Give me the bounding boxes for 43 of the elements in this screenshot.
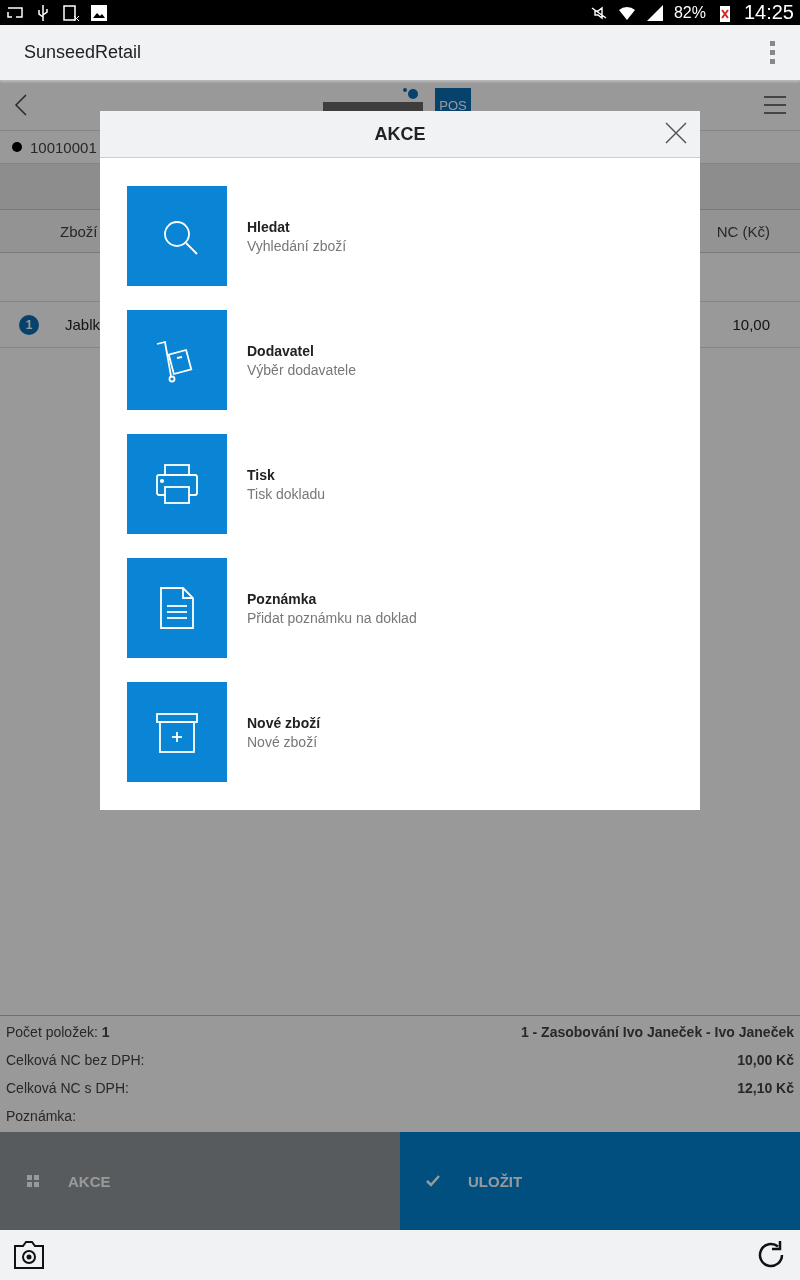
check-icon [426,1174,440,1188]
summary-value: 12,10 Kč [737,1080,794,1096]
column-header: NC (Kč) [716,222,770,240]
summary-label: Celková NC s DPH: [6,1080,129,1096]
close-icon[interactable] [664,121,688,145]
summary-label: Počet položek: 1 [6,1024,110,1040]
action-title[interactable]: Tisk [247,466,326,483]
overflow-menu-icon[interactable] [768,39,776,66]
document-icon [62,3,80,22]
back-icon[interactable] [14,93,28,117]
menu-icon[interactable] [764,95,786,115]
signal-icon [645,3,664,22]
column-header: Zboží [60,222,98,240]
action-tile[interactable] [127,186,227,286]
action-subtitle: Přidat poznámku na doklad [247,609,417,626]
dialog-title: AKCE [374,123,426,145]
action-title[interactable]: Dodavatel [247,342,356,359]
row-number: 1 [19,314,39,335]
action-subtitle: Vyhledání zboží [247,237,347,254]
summary-value: 10,00 Kč [737,1052,794,1068]
summary-label: Poznámka: [6,1108,77,1124]
document-number: 10010001 [30,138,97,156]
battery-percentage: 82% [673,3,706,22]
action-subtitle: Tisk dokladu [247,485,326,502]
product-price: 10,00 [732,316,770,333]
camera-icon[interactable] [12,1238,46,1272]
product-name: Jablk [65,316,102,333]
action-tile[interactable] [127,682,227,782]
action-subtitle: Nové zboží [247,733,319,750]
action-tile[interactable] [127,434,227,534]
grid-icon [26,1174,40,1188]
radio-dot[interactable] [12,142,22,152]
action-tile[interactable] [127,310,227,410]
summary-value: 1 - Zasobování Ivo Janeček - Ivo Janeček [520,1024,794,1040]
action-title[interactable]: Hledat [247,218,347,235]
clock: 14:25 [743,1,794,24]
action-tile[interactable] [127,558,227,658]
action-subtitle: Výběr dodavatele [247,361,356,378]
image-icon [90,3,108,22]
action-title[interactable]: Poznámka [247,590,417,607]
summary-label: Celková NC bez DPH: [6,1052,145,1068]
action-title[interactable]: Nové zboží [247,714,321,731]
app-title: SunseedRetail [24,42,143,63]
